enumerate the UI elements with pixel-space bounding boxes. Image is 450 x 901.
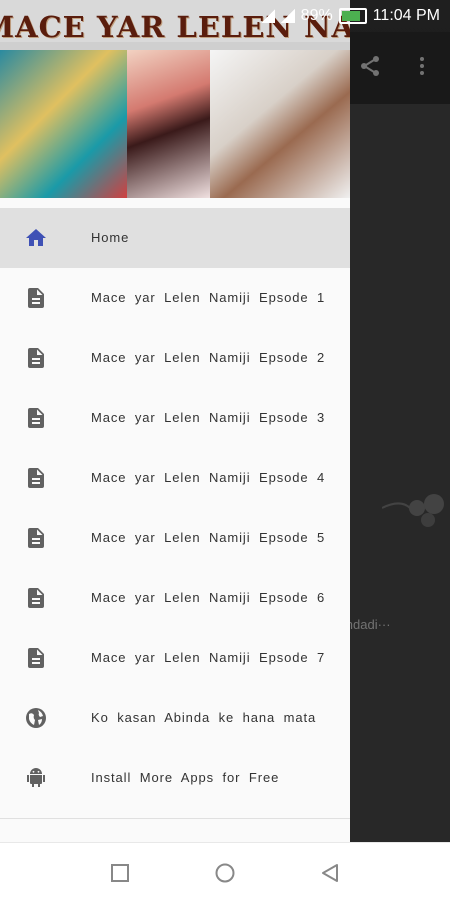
status-bar: 89% 11:04 PM [0,0,450,32]
home-icon [26,229,46,246]
menu-item-label: Mace yar Lelen Namiji Epsode 2 [91,350,326,365]
drawer-scrim[interactable] [350,0,450,842]
menu-item-label: Mace yar Lelen Namiji Epsode 3 [91,410,326,425]
document-icon [28,528,44,548]
drawer-divider [0,818,350,819]
menu-item-episode-1[interactable]: Mace yar Lelen Namiji Epsode 1 [0,268,350,328]
system-nav-bar [0,842,450,901]
back-button[interactable] [319,862,341,884]
globe-icon [26,708,46,728]
signal-icon-2 [280,9,295,23]
menu-item-label: Install More Apps for Free [91,770,280,785]
menu-item-home[interactable]: Home [0,208,350,268]
menu-item-label: Ko kasan Abinda ke hana mata [91,710,317,725]
menu-item-episode-5[interactable]: Mace yar Lelen Namiji Epsode 5 [0,508,350,568]
menu-item-label: Mace yar Lelen Namiji Epsode 4 [91,470,326,485]
menu-item-label: Mace yar Lelen Namiji Epsode 5 [91,530,326,545]
recents-button[interactable] [109,862,131,884]
battery-icon [338,8,367,24]
menu-item-episode-2[interactable]: Mace yar Lelen Namiji Epsode 2 [0,328,350,388]
menu-item-label: Mace yar Lelen Namiji Epsode 1 [91,290,326,305]
menu-item-label: Mace yar Lelen Namiji Epsode 7 [91,650,326,665]
document-icon [28,408,44,428]
header-photo-2 [127,50,210,198]
document-icon [28,588,44,608]
menu-item-label: Home [91,230,130,245]
menu-item-episode-7[interactable]: Mace yar Lelen Namiji Epsode 7 [0,628,350,688]
menu-item-label: Mace yar Lelen Namiji Epsode 6 [91,590,326,605]
document-icon [28,348,44,368]
signal-icon [260,9,275,23]
home-button[interactable] [214,862,236,884]
document-icon [28,468,44,488]
android-icon [27,768,45,787]
menu-item-install-apps[interactable]: Install More Apps for Free [0,748,350,808]
header-photo-1 [0,50,127,198]
drawer-menu: Home Mace yar Lelen Namiji Epsode 1 Mace… [0,208,350,808]
menu-item-episode-4[interactable]: Mace yar Lelen Namiji Epsode 4 [0,448,350,508]
menu-item-ko-kasan[interactable]: Ko kasan Abinda ke hana mata [0,688,350,748]
header-photo-3 [210,50,350,198]
battery-percent: 89% [300,7,333,24]
document-icon [28,288,44,308]
menu-item-episode-6[interactable]: Mace yar Lelen Namiji Epsode 6 [0,568,350,628]
menu-item-episode-3[interactable]: Mace yar Lelen Namiji Epsode 3 [0,388,350,448]
clock: 11:04 PM [372,7,440,24]
document-icon [28,648,44,668]
navigation-drawer: MACE YAR LELEN NAMIJI Home Mace yar Lele… [0,0,350,842]
